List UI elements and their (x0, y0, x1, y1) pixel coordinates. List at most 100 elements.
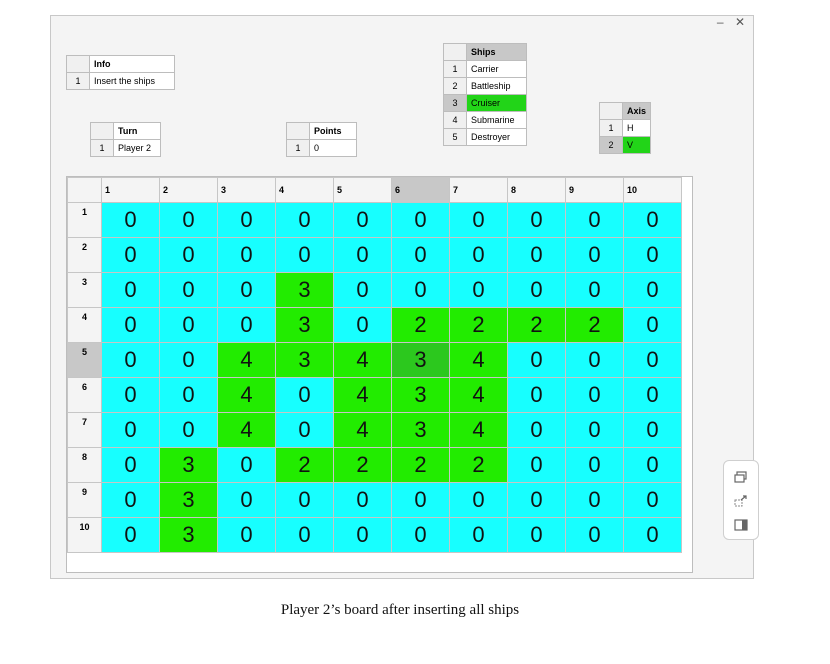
board-cell[interactable]: 0 (623, 447, 682, 483)
ship-item-destroyer[interactable]: Destroyer (466, 128, 527, 146)
board-cell[interactable]: 0 (449, 482, 508, 518)
board-cell[interactable]: 3 (391, 377, 450, 413)
board-cell[interactable]: 0 (101, 272, 160, 308)
minimize-button[interactable]: – (717, 15, 728, 29)
board-cell[interactable]: 0 (449, 237, 508, 273)
board-cell[interactable]: 0 (275, 412, 334, 448)
board-cell[interactable]: 0 (275, 237, 334, 273)
board-cell[interactable]: 4 (449, 377, 508, 413)
resize-icon[interactable] (734, 495, 748, 507)
board-cell[interactable]: 0 (507, 237, 566, 273)
board-cell[interactable]: 0 (507, 272, 566, 308)
row-header-7[interactable]: 7 (67, 412, 102, 448)
close-button[interactable]: ✕ (735, 15, 749, 29)
board-cell[interactable]: 0 (565, 377, 624, 413)
board-cell[interactable]: 0 (449, 517, 508, 553)
panel-icon[interactable] (734, 519, 748, 531)
board-cell[interactable]: 0 (623, 517, 682, 553)
row-header-8[interactable]: 8 (67, 447, 102, 483)
row-header-1[interactable]: 1 (67, 202, 102, 238)
info-text[interactable]: Insert the ships (89, 72, 175, 90)
board-cell[interactable]: 0 (101, 202, 160, 238)
board-cell[interactable]: 2 (565, 307, 624, 343)
board-cell[interactable]: 4 (333, 377, 392, 413)
board-cell[interactable]: 0 (449, 202, 508, 238)
board-cell[interactable]: 0 (391, 202, 450, 238)
board-cell[interactable]: 0 (275, 202, 334, 238)
board-cell[interactable]: 0 (623, 412, 682, 448)
board-cell[interactable]: 0 (159, 412, 218, 448)
board-cell[interactable]: 0 (507, 517, 566, 553)
column-header-4[interactable]: 4 (275, 177, 334, 203)
row-header-9[interactable]: 9 (67, 482, 102, 518)
board-cell[interactable]: 0 (101, 237, 160, 273)
board-cell[interactable]: 0 (391, 517, 450, 553)
window-restore-icon[interactable] (734, 471, 748, 483)
column-header-9[interactable]: 9 (565, 177, 624, 203)
board-cell[interactable]: 3 (391, 412, 450, 448)
board-cell[interactable]: 0 (565, 447, 624, 483)
board-cell[interactable]: 4 (333, 412, 392, 448)
board-cell[interactable]: 3 (159, 517, 218, 553)
board-cell[interactable]: 2 (449, 447, 508, 483)
board-cell[interactable]: 0 (217, 517, 276, 553)
row-header-4[interactable]: 4 (67, 307, 102, 343)
board-cell[interactable]: 4 (217, 377, 276, 413)
board-cell[interactable]: 4 (217, 342, 276, 378)
board-cell[interactable]: 4 (217, 412, 276, 448)
board-cell[interactable]: 3 (159, 447, 218, 483)
board-cell[interactable]: 0 (217, 307, 276, 343)
board-cell[interactable]: 0 (333, 517, 392, 553)
board-cell[interactable]: 2 (275, 447, 334, 483)
column-header-7[interactable]: 7 (449, 177, 508, 203)
board-cell[interactable]: 3 (275, 272, 334, 308)
board-cell[interactable]: 0 (333, 307, 392, 343)
board-cell[interactable]: 0 (333, 272, 392, 308)
board-cell[interactable]: 0 (623, 237, 682, 273)
board-cell[interactable]: 0 (449, 272, 508, 308)
row-header-2[interactable]: 2 (67, 237, 102, 273)
board-cell[interactable]: 0 (507, 342, 566, 378)
column-header-10[interactable]: 10 (623, 177, 682, 203)
board-cell[interactable]: 0 (507, 447, 566, 483)
board-cell[interactable]: 0 (101, 412, 160, 448)
board-cell[interactable]: 0 (101, 307, 160, 343)
board-cell[interactable]: 4 (449, 342, 508, 378)
board-cell[interactable]: 3 (159, 482, 218, 518)
board-cell[interactable]: 3 (275, 342, 334, 378)
board-cell[interactable]: 0 (391, 272, 450, 308)
board-cell[interactable]: 0 (623, 272, 682, 308)
ship-item-submarine[interactable]: Submarine (466, 111, 527, 129)
board-cell[interactable]: 0 (623, 342, 682, 378)
board-cell[interactable]: 0 (391, 482, 450, 518)
row-header-10[interactable]: 10 (67, 517, 102, 553)
board-cell[interactable]: 0 (623, 377, 682, 413)
board-cell[interactable]: 0 (217, 202, 276, 238)
board-cell[interactable]: 0 (101, 342, 160, 378)
board-cell[interactable]: 2 (391, 307, 450, 343)
board-cell[interactable]: 0 (101, 482, 160, 518)
board-cell[interactable]: 0 (623, 202, 682, 238)
board-cell[interactable]: 0 (391, 237, 450, 273)
board-cell[interactable]: 0 (565, 412, 624, 448)
row-header-5[interactable]: 5 (67, 342, 102, 378)
board-cell[interactable]: 0 (507, 377, 566, 413)
board-cell[interactable]: 0 (507, 482, 566, 518)
board-cell[interactable]: 4 (333, 342, 392, 378)
board-cell[interactable]: 2 (449, 307, 508, 343)
ship-item-cruiser[interactable]: Cruiser (466, 94, 527, 112)
board-cell[interactable]: 0 (565, 237, 624, 273)
axis-option-v[interactable]: V (621, 136, 652, 154)
column-header-6[interactable]: 6 (391, 177, 450, 203)
board-cell[interactable]: 2 (391, 447, 450, 483)
board-cell[interactable]: 0 (623, 307, 682, 343)
board-cell[interactable]: 2 (333, 447, 392, 483)
board-cell[interactable]: 0 (565, 342, 624, 378)
row-header-3[interactable]: 3 (67, 272, 102, 308)
board-cell[interactable]: 0 (159, 342, 218, 378)
row-header-6[interactable]: 6 (67, 377, 102, 413)
column-header-8[interactable]: 8 (507, 177, 566, 203)
board-cell[interactable]: 0 (101, 377, 160, 413)
board-cell[interactable]: 0 (101, 447, 160, 483)
board-cell[interactable]: 0 (159, 202, 218, 238)
